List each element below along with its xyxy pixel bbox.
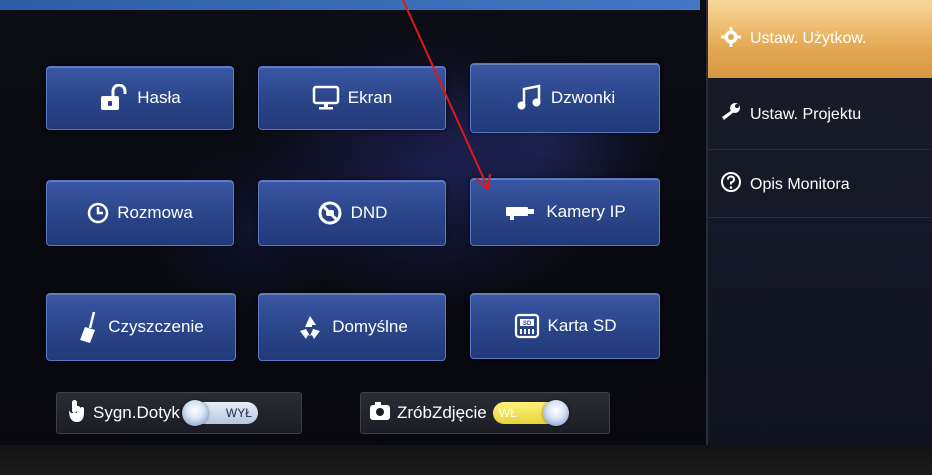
- wrench-icon: [720, 102, 742, 127]
- take-photo-label: ZróbZdjęcie: [397, 403, 487, 422]
- domyslne-label: Domyślne: [332, 317, 408, 336]
- sidebar-item-label: Opis Monitora: [750, 175, 850, 193]
- sidebar-item-label: Ustaw. Użytkow.: [750, 30, 867, 47]
- czyszczenie-label: Czyszczenie: [108, 317, 204, 336]
- do-not-disturb-icon: [317, 200, 343, 226]
- hasla-button[interactable]: Hasła: [46, 66, 234, 130]
- switch-knob: [181, 400, 208, 426]
- sidebar-item-monitor-info[interactable]: Opis Monitora: [708, 152, 932, 218]
- top-strip: [0, 0, 700, 10]
- touch-signal-switch[interactable]: WYŁ: [181, 400, 258, 426]
- touch-signal-state: WYŁ: [225, 406, 252, 420]
- recycle-icon: [296, 313, 324, 341]
- touch-signal-toggle-row: Sygn.Dotyk WYŁ: [56, 392, 302, 434]
- kamery-ip-button[interactable]: Kamery IP: [470, 178, 660, 246]
- hasla-label: Hasła: [137, 88, 181, 107]
- take-photo-state: WŁ: [498, 406, 517, 420]
- karta-sd-label: Karta SD: [547, 316, 617, 335]
- rozmowa-label: Rozmowa: [117, 203, 193, 222]
- ekran-button[interactable]: Ekran: [258, 66, 446, 130]
- help-circle-icon: [720, 171, 742, 198]
- dzwonki-label: Dzwonki: [550, 88, 616, 107]
- touch-hand-icon: [65, 398, 87, 429]
- kamery-ip-label: Kamery IP: [546, 202, 626, 221]
- clock-icon: [87, 202, 109, 224]
- domyslne-button[interactable]: Domyślne: [258, 293, 446, 361]
- karta-sd-button[interactable]: SD Karta SD: [470, 293, 660, 359]
- take-photo-toggle-row: ZróbZdjęcie WŁ: [360, 392, 610, 434]
- switch-knob: [542, 400, 569, 426]
- ekran-label: Ekran: [347, 88, 393, 107]
- sidebar-item-project-settings[interactable]: Ustaw. Projektu: [708, 80, 932, 150]
- music-note-icon: [515, 84, 543, 112]
- dnd-label: DND: [350, 203, 388, 222]
- unlock-icon: [99, 84, 129, 112]
- czyszczenie-button[interactable]: Czyszczenie: [46, 293, 236, 361]
- broom-icon: [78, 310, 100, 344]
- bottom-bezel: [0, 445, 932, 475]
- rozmowa-button[interactable]: Rozmowa: [46, 180, 234, 246]
- take-photo-switch[interactable]: WŁ: [492, 400, 569, 426]
- sidebar: Ustaw. Użytkow. Ustaw. Projektu Opis Mon…: [706, 0, 932, 445]
- monitor-icon: [312, 85, 340, 111]
- sd-card-icon: SD: [514, 313, 540, 339]
- gear-icon: [720, 26, 742, 53]
- dzwonki-button[interactable]: Dzwonki: [470, 63, 660, 133]
- svg-text:SD: SD: [522, 321, 531, 327]
- sidebar-item-label: Ustaw. Projektu: [750, 105, 862, 123]
- dnd-button[interactable]: DND: [258, 180, 446, 246]
- touch-signal-label: Sygn.Dotyk: [93, 403, 180, 422]
- sidebar-item-user-settings[interactable]: Ustaw. Użytkow.: [708, 0, 932, 78]
- ip-camera-icon: [504, 203, 538, 221]
- camera-icon: [369, 401, 391, 426]
